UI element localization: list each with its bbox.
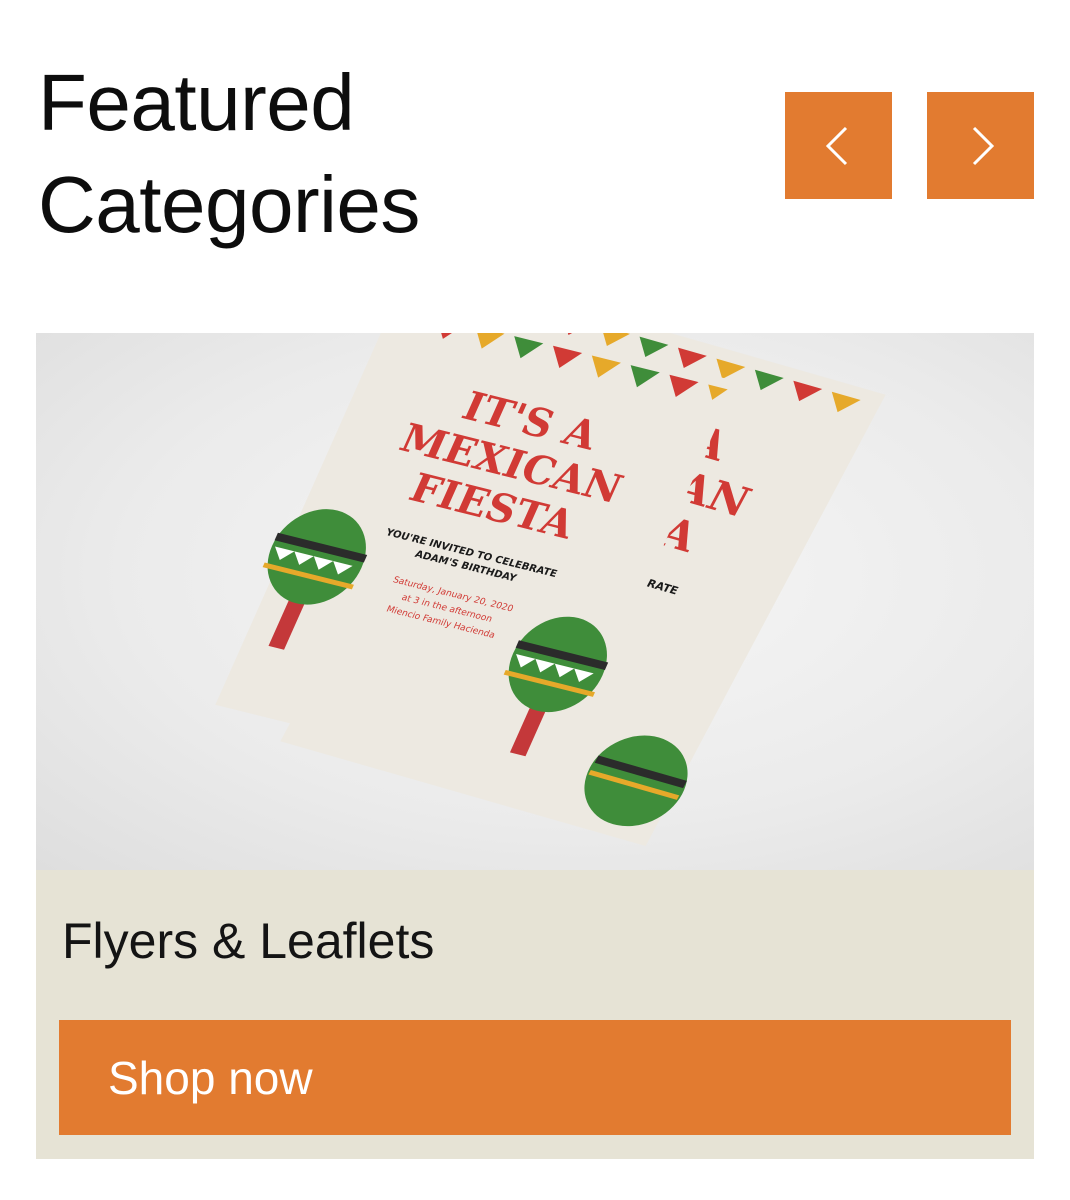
- category-title[interactable]: Flyers & Leaflets: [62, 909, 434, 973]
- chevron-left-icon: [825, 126, 847, 165]
- section-title: Featured Categories: [38, 52, 558, 256]
- category-card[interactable]: IT'S A MEXICAN FIESTA YOU'RE INVITED TO …: [36, 333, 1034, 1159]
- section-title-line-2: Categories: [38, 160, 420, 249]
- section-title-line-1: Featured: [38, 58, 355, 147]
- carousel-next-button[interactable]: [927, 92, 1034, 199]
- chevron-right-icon: [972, 126, 994, 165]
- shop-now-button[interactable]: Shop now: [59, 1020, 1011, 1135]
- carousel-prev-button[interactable]: [785, 92, 892, 199]
- category-image[interactable]: IT'S A MEXICAN FIESTA YOU'RE INVITED TO …: [36, 333, 1034, 870]
- featured-categories-section: Featured Categories IT'S A MEXICAN FIEST…: [0, 0, 1070, 1200]
